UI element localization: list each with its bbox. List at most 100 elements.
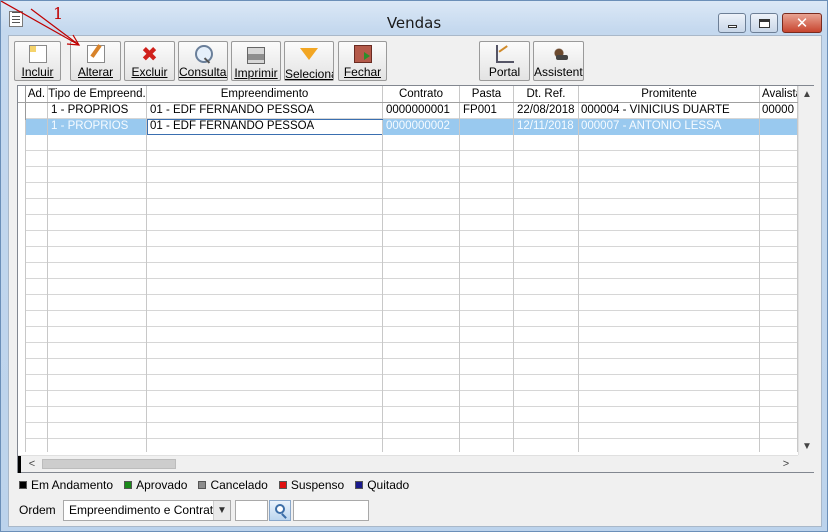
- consultar-button[interactable]: Consultar: [178, 41, 228, 81]
- wizard-icon: [549, 45, 568, 63]
- exit-door-icon: [353, 45, 372, 63]
- tipo-cell[interactable]: 1 - PROPRIOS: [48, 103, 147, 119]
- legend-label: Aprovado: [136, 478, 188, 492]
- alterar-label: Alterar: [77, 65, 114, 79]
- search-icon-handle: [281, 512, 287, 519]
- selecionar-button[interactable]: Seleciona: [284, 41, 334, 81]
- pasta-cell[interactable]: [460, 119, 514, 135]
- grid-header: Ad. Tipo de Empreend. Empreendimento Con…: [18, 86, 798, 103]
- portal-button[interactable]: Portal: [479, 41, 530, 81]
- empreendimento-cell[interactable]: 01 - EDF FERNANDO PESSOA: [147, 103, 383, 119]
- legend-label: Cancelado: [210, 478, 268, 492]
- assistente-button[interactable]: Assistente: [533, 41, 584, 81]
- annotation-number: 1: [53, 4, 64, 23]
- toolbar: Incluir Alterar ✖ Excluir Consultar Impr…: [14, 41, 814, 85]
- pasta-cell[interactable]: FP001: [460, 103, 514, 119]
- horizontal-scrollbar[interactable]: < >: [18, 455, 798, 473]
- printer-icon: [247, 47, 265, 65]
- status-swatch-red: [278, 481, 287, 489]
- minimize-button[interactable]: [718, 13, 746, 33]
- search-text-input[interactable]: [293, 499, 369, 521]
- scroll-corner: [798, 455, 814, 472]
- tipo-cell[interactable]: 1 - PROPRIOS: [48, 119, 147, 135]
- vertical-scrollbar[interactable]: ▲ ▼: [798, 86, 814, 455]
- column-header[interactable]: Contrato: [383, 86, 460, 102]
- close-icon: ✕: [795, 13, 809, 32]
- column-header[interactable]: Pasta: [460, 86, 514, 102]
- scroll-down-icon[interactable]: ▼: [799, 438, 815, 455]
- fechar-label: Fechar: [343, 65, 382, 79]
- status-swatch-gray: [198, 481, 207, 489]
- empreendimento-cell[interactable]: 01 - EDF FERNANDO PESSOA: [147, 119, 383, 135]
- ad-cell[interactable]: [26, 103, 48, 119]
- avalista-cell[interactable]: [760, 119, 798, 135]
- chevron-down-icon[interactable]: ▼: [213, 500, 230, 520]
- avalista-cell[interactable]: 00000: [760, 103, 798, 119]
- search-button[interactable]: [269, 499, 291, 521]
- column-header[interactable]: Empreendimento: [147, 86, 383, 102]
- minimize-icon: [727, 24, 737, 28]
- scroll-right-icon[interactable]: >: [778, 456, 794, 473]
- incluir-button[interactable]: Incluir: [14, 41, 61, 81]
- promitente-cell[interactable]: 000007 - ANTONIO LESSA: [579, 119, 760, 135]
- contrato-cell[interactable]: 0000000001: [383, 103, 460, 119]
- edit-icon: [86, 45, 105, 63]
- grid-body: 1 - PROPRIOS 01 - EDF FERNANDO PESSOA 00…: [18, 103, 798, 452]
- sales-grid[interactable]: Ad. Tipo de Empreend. Empreendimento Con…: [17, 85, 814, 473]
- excluir-label: Excluir: [131, 65, 168, 79]
- dt-ref-cell[interactable]: 22/08/2018: [514, 103, 579, 119]
- promitente-cell[interactable]: 000004 - VINICIUS DUARTE: [579, 103, 760, 119]
- ad-cell[interactable]: [26, 119, 48, 135]
- ordem-select[interactable]: Empreendimento e Contrato ▼: [63, 499, 231, 521]
- grid-column-lines: [18, 120, 798, 452]
- fechar-button[interactable]: Fechar: [338, 41, 387, 81]
- scroll-thumb[interactable]: [42, 459, 176, 469]
- search-icon: [275, 503, 285, 514]
- status-swatch-navy: [355, 481, 364, 489]
- ordem-label: Ordem: [19, 503, 56, 517]
- magnifier-icon: [195, 45, 213, 63]
- column-header[interactable]: Avalista: [760, 86, 798, 102]
- contrato-cell[interactable]: 0000000002: [383, 119, 460, 135]
- row-indicator: ▶: [18, 119, 26, 135]
- imprimir-label: Imprimir: [234, 66, 278, 80]
- portal-icon: [495, 45, 514, 63]
- portal-label: Portal: [488, 65, 521, 79]
- column-header[interactable]: Dt. Ref.: [514, 86, 579, 102]
- excluir-button[interactable]: ✖ Excluir: [124, 41, 175, 81]
- window-title: Vendas: [386, 14, 442, 32]
- title-bar[interactable]: Vendas ✕: [1, 1, 827, 35]
- dt-ref-cell[interactable]: 12/11/2018: [514, 119, 579, 135]
- filter-icon: [300, 48, 318, 65]
- maximize-icon: [758, 18, 770, 28]
- client-area: Incluir Alterar ✖ Excluir Consultar Impr…: [8, 35, 822, 527]
- legend-label: Quitado: [367, 478, 410, 492]
- table-row-selected[interactable]: ▶ 1 - PROPRIOS 01 - EDF FERNANDO PESSOA …: [18, 119, 798, 135]
- imprimir-button[interactable]: Imprimir: [231, 41, 281, 81]
- column-header[interactable]: Promitente: [579, 86, 760, 102]
- scroll-up-icon[interactable]: ▲: [799, 86, 815, 103]
- scrollbar-edge: [18, 456, 21, 473]
- column-header[interactable]: Tipo de Empreend.: [48, 86, 147, 102]
- legend-suspenso: Suspenso: [278, 478, 345, 492]
- maximize-button[interactable]: [750, 13, 778, 33]
- scroll-left-icon[interactable]: <: [24, 456, 40, 473]
- table-row[interactable]: 1 - PROPRIOS 01 - EDF FERNANDO PESSOA 00…: [18, 103, 798, 119]
- search-code-input[interactable]: [235, 499, 268, 521]
- current-row-arrow-icon: ▶: [18, 121, 25, 131]
- alterar-button[interactable]: Alterar: [70, 41, 121, 81]
- legend-quitado: Quitado: [355, 478, 409, 492]
- legend-label: Suspenso: [290, 478, 345, 492]
- vendas-window: Vendas ✕ 1 Incluir Alterar ✖ Excluir Con…: [0, 0, 828, 532]
- status-swatch-black: [19, 481, 27, 489]
- assistente-label: Assistente: [534, 65, 583, 79]
- ordem-selected-value: Empreendimento e Contrato: [69, 502, 220, 517]
- legend-em-andamento: Em Andamento: [19, 478, 113, 492]
- selecionar-label: Seleciona: [285, 67, 333, 80]
- row-indicator: [18, 103, 26, 119]
- legend-label: Em Andamento: [31, 478, 114, 492]
- column-header[interactable]: Ad.: [26, 86, 48, 102]
- close-button[interactable]: ✕: [782, 13, 822, 33]
- status-legend: Em Andamento Aprovado Cancelado Suspenso…: [19, 477, 420, 493]
- new-document-icon: [28, 45, 47, 63]
